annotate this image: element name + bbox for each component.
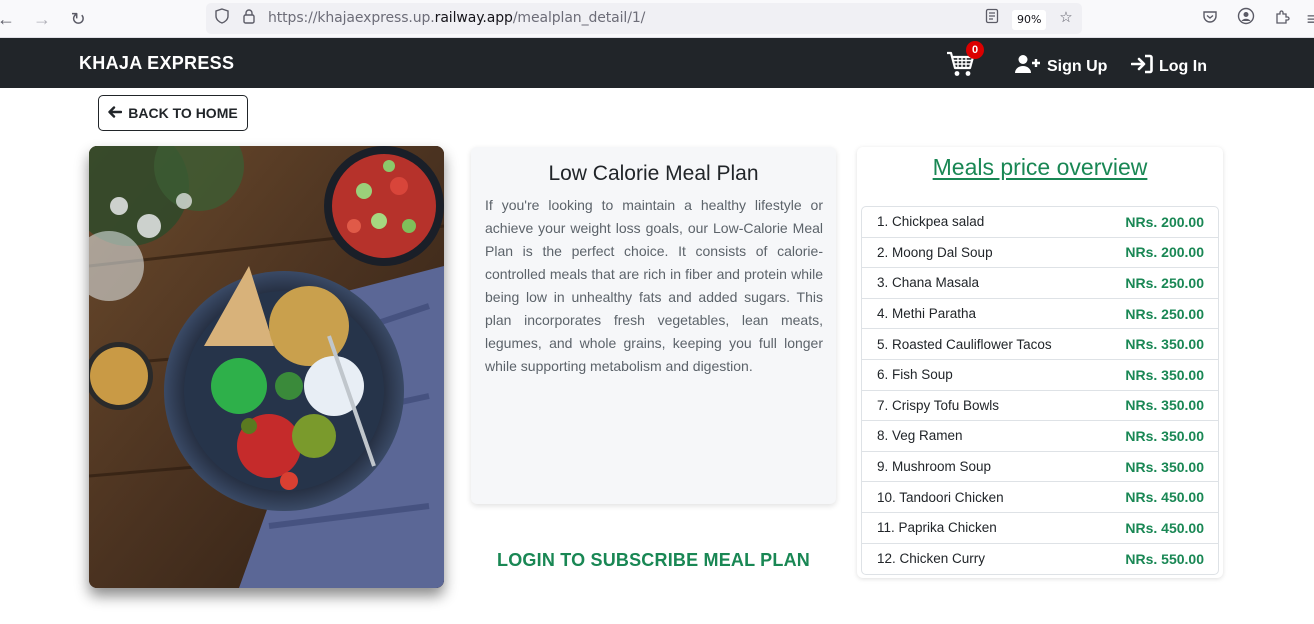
meal-price: NRs. 550.00 xyxy=(1125,550,1204,567)
forward-arrow-icon[interactable]: → xyxy=(30,7,54,31)
meal-name: 6. Fish Soup xyxy=(877,367,953,383)
back-to-home-button[interactable]: BACK TO HOME xyxy=(98,95,248,131)
meal-price: NRs. 450.00 xyxy=(1125,489,1204,506)
meal-name: 4. Methi Paratha xyxy=(877,306,977,322)
signup-link[interactable]: Sign Up xyxy=(1015,54,1107,79)
meal-name: 10. Tandoori Chicken xyxy=(877,489,1004,505)
login-link[interactable]: Log In xyxy=(1130,54,1207,79)
meal-price: NRs. 350.00 xyxy=(1125,458,1204,475)
bookmark-star-icon[interactable]: ☆ xyxy=(1056,8,1076,28)
address-bar[interactable]: https://khajaexpress.up.railway.app/meal… xyxy=(206,3,1082,34)
meal-name: 2. Moong Dal Soup xyxy=(877,244,993,260)
price-list-item: 8. Veg Ramen NRs. 350.00 xyxy=(862,421,1218,452)
meal-price: NRs. 250.00 xyxy=(1125,305,1204,322)
zoom-level[interactable]: 90% xyxy=(1012,10,1047,30)
browser-toolbar: ← → ↻ https://khajaexpress.up.railway.ap… xyxy=(0,0,1314,38)
url-prefix: https://khajaexpress.up. xyxy=(268,10,435,26)
url-path: /mealplan_detail/1/ xyxy=(512,10,646,26)
meal-plan-description-card: Low Calorie Meal Plan If you're looking … xyxy=(471,147,836,504)
meal-name: 3. Chana Masala xyxy=(877,275,980,291)
extensions-icon[interactable] xyxy=(1270,7,1294,31)
reader-view-icon[interactable] xyxy=(982,8,1002,28)
back-arrow-icon[interactable]: ← xyxy=(0,7,18,31)
brand-logo[interactable]: KHAJA EXPRESS xyxy=(79,53,234,74)
price-list-item: 6. Fish Soup NRs. 350.00 xyxy=(862,360,1218,391)
price-list-item: 4. Methi Paratha NRs. 250.00 xyxy=(862,299,1218,330)
price-overview-heading[interactable]: Meals price overview xyxy=(857,154,1223,181)
login-to-subscribe-link[interactable]: LOGIN TO SUBSCRIBE MEAL PLAN xyxy=(471,550,836,571)
meal-name: 11. Paprika Chicken xyxy=(877,520,997,536)
price-list-item: 10. Tandoori Chicken NRs. 450.00 xyxy=(862,482,1218,513)
account-icon[interactable] xyxy=(1234,7,1258,31)
meal-price: NRs. 250.00 xyxy=(1125,274,1204,291)
url-domain: railway.app xyxy=(434,10,513,26)
shield-icon[interactable] xyxy=(212,8,232,28)
price-list-item: 1. Chickpea salad NRs. 200.00 xyxy=(862,207,1218,238)
price-list: 1. Chickpea salad NRs. 200.00 2. Moong Dal… xyxy=(861,206,1219,576)
price-list-item: 7. Crispy Tofu Bowls NRs. 350.00 xyxy=(862,391,1218,422)
meal-price: NRs. 350.00 xyxy=(1125,336,1204,353)
arrow-left-icon xyxy=(108,105,123,121)
price-list-item: 11. Paprika Chicken NRs. 450.00 xyxy=(862,513,1218,544)
meal-name: 5. Roasted Cauliflower Tacos xyxy=(877,336,1052,352)
signup-label: Sign Up xyxy=(1047,57,1108,75)
meal-price: NRs. 350.00 xyxy=(1125,397,1204,414)
meal-plan-description: If you're looking to maintain a healthy … xyxy=(485,197,823,374)
price-list-item: 12. Chicken Curry NRs. 550.00 xyxy=(862,544,1218,575)
meal-name: 8. Veg Ramen xyxy=(877,428,963,444)
price-list-item: 3. Chana Masala NRs. 250.00 xyxy=(862,268,1218,299)
meal-price: NRs. 200.00 xyxy=(1125,244,1204,261)
meal-plan-title: Low Calorie Meal Plan xyxy=(548,162,759,185)
cart-count-badge: 0 xyxy=(966,41,984,59)
pocket-icon[interactable] xyxy=(1198,7,1222,31)
lock-icon[interactable] xyxy=(239,8,259,28)
price-list-item: 5. Roasted Cauliflower Tacos NRs. 350.00 xyxy=(862,329,1218,360)
meal-name: 7. Crispy Tofu Bowls xyxy=(877,397,1000,413)
meal-price: NRs. 200.00 xyxy=(1125,213,1204,230)
login-label: Log In xyxy=(1159,57,1207,75)
reload-icon[interactable]: ↻ xyxy=(66,7,90,31)
price-list-item: 2. Moong Dal Soup NRs. 200.00 xyxy=(862,238,1218,269)
meal-price: NRs. 350.00 xyxy=(1125,427,1204,444)
meal-name: 12. Chicken Curry xyxy=(877,551,986,567)
user-plus-icon xyxy=(1015,54,1041,79)
url-text[interactable]: https://khajaexpress.up.railway.app/meal… xyxy=(268,10,645,26)
menu-icon[interactable]: ≡ xyxy=(1300,7,1314,31)
meal-price: NRs. 450.00 xyxy=(1125,519,1204,536)
meal-price: NRs. 350.00 xyxy=(1125,366,1204,383)
meal-name: 9. Mushroom Soup xyxy=(877,459,992,475)
meal-name: 1. Chickpea salad xyxy=(877,214,985,230)
meal-plan-image xyxy=(89,146,444,588)
sign-in-icon xyxy=(1130,54,1153,79)
price-list-item: 9. Mushroom Soup NRs. 350.00 xyxy=(862,452,1218,483)
back-to-home-label: BACK TO HOME xyxy=(128,105,238,121)
